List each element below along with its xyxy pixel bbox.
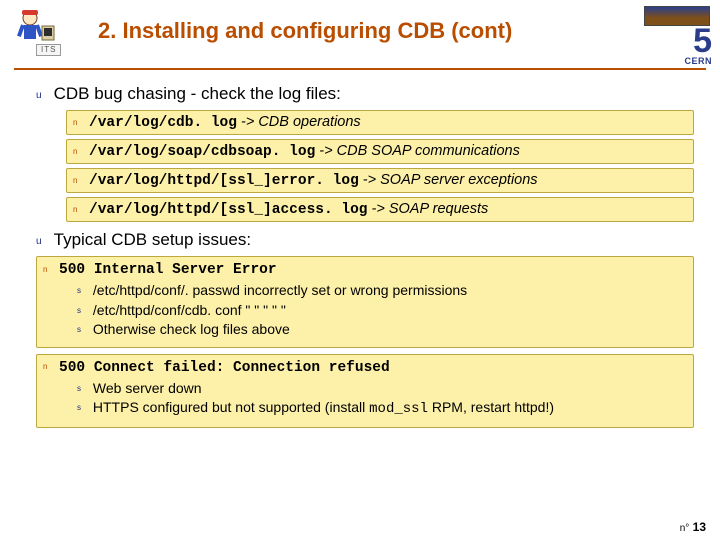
issue-detail-text: Web server down: [93, 380, 202, 396]
issue-group-2: n 500 Connect failed: Connection refused…: [36, 354, 694, 428]
log-file-item: n /var/log/httpd/[ssl_]access. log -> SO…: [66, 197, 694, 222]
issue-detail: s Otherwise check log files above: [77, 321, 687, 339]
slide-title: 2. Installing and configuring CDB (cont): [98, 6, 644, 44]
sub-sub-bullet-icon: s: [77, 306, 89, 316]
sub-sub-bullet-icon: s: [77, 286, 89, 296]
sub-sub-bullet-icon: s: [77, 403, 89, 413]
issue-detail: s /etc/httpd/conf/. passwd incorrectly s…: [77, 282, 687, 300]
issue-detail: s Web server down: [77, 380, 687, 398]
bullet-marker-icon: u: [36, 236, 50, 247]
slide-number: n° 13: [680, 520, 706, 534]
issue-heading-text: 500 Internal Server Error: [59, 262, 277, 278]
log-file-item: n /var/log/httpd/[ssl_]error. log -> SOA…: [66, 168, 694, 193]
bullet-1-text: CDB bug chasing - check the log files:: [54, 84, 341, 103]
slide-number-value: 13: [693, 520, 706, 534]
logo-cern-label: CERN: [644, 56, 712, 66]
issue-detail-text: Otherwise check log files above: [93, 321, 290, 337]
title-underline: [14, 68, 706, 70]
issue-group-1: n 500 Internal Server Error s /etc/httpd…: [36, 256, 694, 348]
sub-sub-bullet-icon: s: [77, 325, 89, 335]
slide-body: u CDB bug chasing - check the log files:…: [0, 76, 720, 428]
issue-heading-text: 500 Connect failed: Connection refused: [59, 360, 390, 376]
issue-detail: s HTTPS configured but not supported (in…: [77, 399, 687, 419]
slide-number-label: n°: [680, 523, 690, 534]
slide-header: ITS 2. Installing and configuring CDB (c…: [0, 0, 720, 68]
bullet-2: u Typical CDB setup issues:: [36, 230, 694, 250]
sub-bullet-icon: n: [43, 265, 55, 274]
log-desc: -> CDB operations: [237, 114, 361, 130]
sub-bullet-icon: n: [73, 147, 85, 156]
sub-bullet-icon: n: [73, 176, 85, 185]
log-desc: -> SOAP requests: [367, 201, 488, 217]
log-path: /var/log/cdb. log: [89, 115, 237, 131]
issue-detail-text: /etc/httpd/conf/. passwd incorrectly set…: [93, 282, 467, 298]
issue-heading: n 500 Internal Server Error: [43, 261, 687, 278]
log-desc: -> CDB SOAP communications: [315, 143, 520, 159]
issue-detail-text: /etc/httpd/conf/cdb. conf " " " " ": [93, 302, 286, 318]
mod-ssl-code: mod_ssl: [369, 401, 428, 417]
mascot-icon: [8, 6, 58, 48]
log-path: /var/log/httpd/[ssl_]access. log: [89, 202, 367, 218]
bullet-1: u CDB bug chasing - check the log files:: [36, 84, 694, 104]
issue-detail: s /etc/httpd/conf/cdb. conf " " " " ": [77, 302, 687, 320]
sub-bullet-icon: n: [43, 362, 55, 371]
cern-50-logo: 5 CERN: [644, 6, 712, 66]
sub-bullet-icon: n: [73, 205, 85, 214]
mascot-area: ITS: [8, 6, 98, 56]
logo-50-number: 5: [693, 22, 712, 60]
issue-detail-text: HTTPS configured but not supported (inst…: [93, 399, 554, 415]
log-path: /var/log/httpd/[ssl_]error. log: [89, 173, 359, 189]
bullet-marker-icon: u: [36, 90, 50, 101]
log-path: /var/log/soap/cdbsoap. log: [89, 144, 315, 160]
its-label: ITS: [36, 44, 61, 56]
issue-heading: n 500 Connect failed: Connection refused: [43, 359, 687, 376]
sub-bullet-icon: n: [73, 118, 85, 127]
sub-sub-bullet-icon: s: [77, 384, 89, 394]
bullet-2-text: Typical CDB setup issues:: [54, 230, 251, 249]
log-file-item: n /var/log/cdb. log -> CDB operations: [66, 110, 694, 135]
log-desc: -> SOAP server exceptions: [359, 172, 538, 188]
log-file-item: n /var/log/soap/cdbsoap. log -> CDB SOAP…: [66, 139, 694, 164]
